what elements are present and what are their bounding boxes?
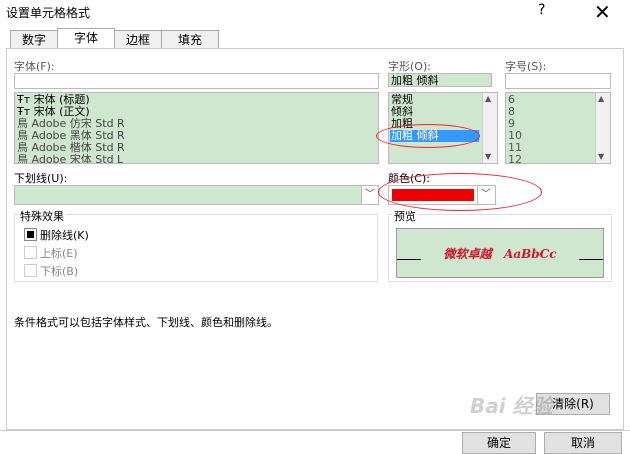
tab-font[interactable]: 字体 xyxy=(57,28,115,50)
tab-fill[interactable]: 填充 xyxy=(161,30,219,49)
size-input[interactable] xyxy=(505,73,611,89)
scroll-down-icon[interactable]: ▼ xyxy=(485,152,491,161)
checkbox-indeterminate-icon xyxy=(27,231,34,238)
font-input[interactable] xyxy=(14,73,379,89)
style-input[interactable]: 加粗 倾斜 xyxy=(388,73,492,87)
scroll-down-icon[interactable]: ▼ xyxy=(598,152,604,161)
title-bar xyxy=(0,0,630,24)
underline-dropdown[interactable]: ﹀ xyxy=(14,185,379,205)
help-button[interactable]: ? xyxy=(538,2,545,18)
effects-legend: 特殊效果 xyxy=(18,208,66,224)
style-label: 字形(O): xyxy=(388,60,431,73)
separator xyxy=(0,430,630,431)
subscript-label: 下标(B) xyxy=(40,265,79,278)
list-item[interactable]: 鳥 Adobe 楷体 Std R xyxy=(17,142,125,154)
superscript-label: 上标(E) xyxy=(40,247,78,260)
style-scrollbar[interactable]: ▲ ▼ xyxy=(482,93,497,163)
tab-border[interactable]: 边框 xyxy=(114,30,162,49)
list-item[interactable]: 鳥 Adobe 宋体 Std L xyxy=(17,154,123,163)
cancel-button[interactable]: 取消 xyxy=(544,432,622,454)
size-label: 字号(S): xyxy=(505,60,547,73)
font-list[interactable]: Ŧт 宋体 (标题) Ŧт 宋体 (正文) 鳥 Adobe 仿宋 Std R 鳥… xyxy=(14,92,379,164)
size-list[interactable]: 6 8 9 10 11 12 ▲ ▼ xyxy=(505,92,611,164)
underline-label: 下划线(U): xyxy=(14,172,68,185)
list-item[interactable]: 11 xyxy=(508,142,522,154)
subscript-checkbox[interactable] xyxy=(24,264,37,277)
list-item[interactable]: 12 xyxy=(508,154,522,163)
highlight-ellipse xyxy=(376,124,480,148)
preview-legend: 预览 xyxy=(392,208,418,224)
preview-box: 微软卓越 AaBbCc xyxy=(396,228,604,278)
ok-button[interactable]: 确定 xyxy=(462,432,536,454)
close-button[interactable]: ✕ xyxy=(594,0,611,24)
scroll-up-icon[interactable]: ▲ xyxy=(598,94,604,103)
watermark: Bai 经验 xyxy=(470,394,553,418)
window-title: 设置单元格格式 xyxy=(6,6,91,20)
tab-number[interactable]: 数字 xyxy=(10,30,58,49)
strikethrough-label: 删除线(K) xyxy=(40,229,89,242)
format-cells-dialog: 设置单元格格式 ? ✕ 数字 字体 边框 填充 字体(F): Ŧт 宋体 (标题… xyxy=(0,0,630,454)
preview-text: 微软卓越 AaBbCc xyxy=(443,247,557,261)
scroll-up-icon[interactable]: ▲ xyxy=(485,94,491,103)
superscript-checkbox[interactable] xyxy=(24,246,37,259)
info-note: 条件格式可以包括字体样式、下划线、颜色和删除线。 xyxy=(14,316,278,329)
strikethrough-checkbox[interactable] xyxy=(24,228,37,241)
highlight-ellipse xyxy=(378,173,542,211)
font-label: 字体(F): xyxy=(14,60,55,73)
chevron-down-icon[interactable]: ﹀ xyxy=(361,186,378,204)
size-scrollbar[interactable]: ▲ ▼ xyxy=(595,93,610,163)
